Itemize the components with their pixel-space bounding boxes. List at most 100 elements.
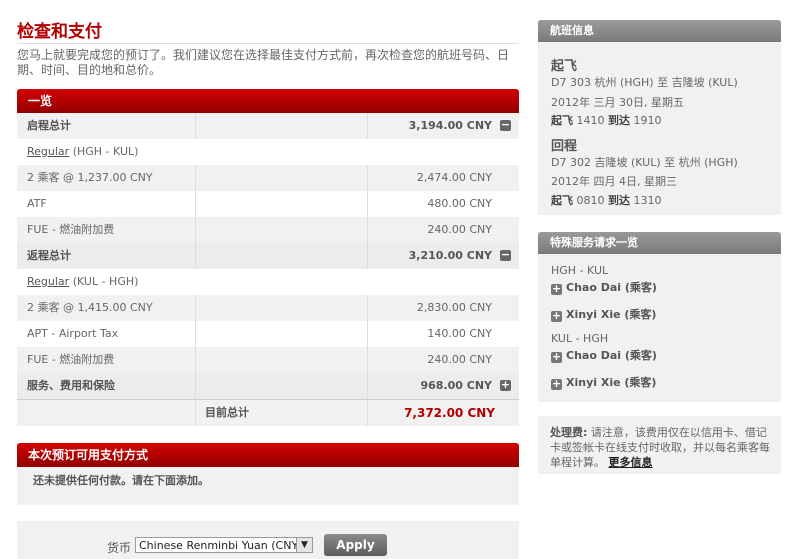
depart-flight: D7 303 杭州 (HGH) 至 吉隆坡 (KUL) — [551, 76, 738, 89]
return-times: 起飞 0810 到达 1310 — [551, 192, 662, 208]
grand-total-row: 目前总计 7,372.00 CNY — [17, 399, 519, 426]
depart-times: 起飞 1410 到达 1910 — [551, 112, 662, 128]
depart-fare-cell: Regular (HGH - KUL) — [27, 139, 138, 165]
fue-depart-value: 240.00 CNY — [367, 217, 492, 243]
return-fare-link[interactable]: Regular — [27, 275, 69, 288]
depart-fare-row: Regular (HGH - KUL) — [17, 139, 519, 165]
depart-total-value: 3,194.00 CNY — [367, 113, 492, 139]
fue-return-row: FUE - 燃油附加费 240.00 CNY — [17, 347, 519, 373]
fue-return-label: FUE - 燃油附加费 — [27, 353, 115, 366]
return-arr-label: 到达 — [608, 194, 630, 207]
services-label: 服务、费用和保险 — [27, 379, 115, 392]
column-divider — [367, 400, 368, 426]
apply-button[interactable]: Apply — [324, 534, 387, 556]
payment-message: 还未提供任何付款。请在下面添加。 — [17, 467, 519, 505]
return-total-value: 3,210.00 CNY — [367, 243, 492, 269]
column-divider — [195, 295, 368, 321]
grand-total-value: 7,372.00 CNY — [404, 406, 495, 420]
currency-select[interactable]: Chinese Renminbi Yuan (CNY) ▼ — [135, 537, 313, 553]
services-row: 服务、费用和保险 968.00 CNY + — [17, 373, 519, 399]
currency-label: 货币 — [107, 541, 132, 555]
ssr-pax-name: Chao Dai (乘客) — [566, 281, 657, 294]
ssr-pax-name: Chao Dai (乘客) — [566, 349, 657, 362]
collapse-return-icon[interactable]: − — [500, 249, 511, 261]
return-fare-cell: Regular (KUL - HGH) — [27, 269, 138, 295]
return-total-label: 返程总计 — [27, 249, 71, 262]
return-dep-label: 起飞 — [551, 194, 573, 207]
ssr-route-1: HGH - KUL — [551, 264, 609, 277]
return-total-row: 返程总计 3,210.00 CNY − — [17, 243, 519, 269]
summary-section: 一览 启程总计 3,194.00 CNY − Regular (HGH - KU… — [17, 89, 519, 426]
plus-icon[interactable]: + — [551, 310, 562, 322]
return-title: 回程 — [551, 139, 578, 154]
column-divider — [195, 191, 368, 217]
apt-value: 140.00 CNY — [367, 321, 492, 347]
depart-arr-time: 1910 — [630, 114, 662, 127]
return-date: 2012年 四月 4日, 星期三 — [551, 175, 677, 188]
ssr-pax-row[interactable]: + Xinyi Xie (乘客) — [551, 374, 656, 390]
processing-fee-text: 处理费: 请注意，该费用仅在以信用卡、借记卡或签帐卡在线支付时收取，并以每名乘客… — [550, 425, 772, 470]
column-divider — [195, 243, 368, 269]
ssr-pax-row[interactable]: + Xinyi Xie (乘客) — [551, 306, 656, 322]
depart-fare-link[interactable]: Regular — [27, 145, 69, 158]
plus-icon[interactable]: + — [551, 378, 562, 390]
dropdown-arrow-icon[interactable]: ▼ — [296, 538, 312, 552]
return-pax-value: 2,830.00 CNY — [367, 295, 492, 321]
depart-dep-time: 1410 — [573, 114, 608, 127]
ssr-pax-row[interactable]: + Chao Dai (乘客) — [551, 347, 657, 363]
fee-label: 处理费: — [550, 426, 588, 439]
fue-depart-label: FUE - 燃油附加费 — [27, 223, 115, 236]
expand-services-icon[interactable]: + — [500, 379, 511, 391]
intro-text: 您马上就要完成您的预订了。我们建议您在选择最佳支付方式前，再次检查您的航班号码、… — [17, 48, 510, 77]
atf-label: ATF — [27, 197, 47, 210]
ssr-pax-name: Xinyi Xie (乘客) — [566, 376, 657, 389]
more-info-link[interactable]: 更多信息 — [609, 456, 653, 469]
return-fare-route: (KUL - HGH) — [69, 275, 139, 288]
return-pax-row: 2 乘客 @ 1,415.00 CNY 2,830.00 CNY — [17, 295, 519, 321]
services-value: 968.00 CNY — [367, 373, 492, 399]
column-divider — [195, 113, 368, 139]
page-title: 检查和支付 — [17, 22, 102, 42]
depart-pax-label: 2 乘客 @ 1,237.00 CNY — [27, 171, 153, 184]
currency-selected: Chinese Renminbi Yuan (CNY) — [139, 539, 303, 552]
column-divider — [195, 321, 368, 347]
ssr-header: 特殊服务请求一览 — [538, 232, 781, 254]
depart-pax-row: 2 乘客 @ 1,237.00 CNY 2,474.00 CNY — [17, 165, 519, 191]
plus-icon[interactable]: + — [551, 351, 562, 363]
return-dep-time: 0810 — [573, 194, 608, 207]
return-fare-row: Regular (KUL - HGH) — [17, 269, 519, 295]
ssr-pax-row[interactable]: + Chao Dai (乘客) — [551, 279, 657, 295]
payment-methods-section: 本次预订可用支付方式 还未提供任何付款。请在下面添加。 — [17, 443, 519, 505]
column-divider — [195, 217, 368, 243]
column-divider — [195, 373, 368, 399]
ssr-panel: 特殊服务请求一览 HGH - KUL + Chao Dai (乘客) + Xinyi… — [538, 232, 781, 402]
depart-total-row: 启程总计 3,194.00 CNY − — [17, 113, 519, 139]
fue-depart-row: FUE - 燃油附加费 240.00 CNY — [17, 217, 519, 243]
ssr-route-2: KUL - HGH — [551, 332, 609, 345]
atf-row: ATF 480.00 CNY — [17, 191, 519, 217]
column-divider — [195, 347, 368, 373]
collapse-depart-icon[interactable]: − — [500, 119, 511, 131]
title-divider — [17, 43, 519, 44]
return-pax-label: 2 乘客 @ 1,415.00 CNY — [27, 301, 153, 314]
depart-date: 2012年 三月 30日, 星期五 — [551, 96, 684, 109]
currency-bar: 货币 Chinese Renminbi Yuan (CNY) ▼ Apply — [17, 521, 519, 559]
payment-header: 本次预订可用支付方式 — [17, 443, 519, 467]
depart-arr-label: 到达 — [608, 114, 630, 127]
flight-info-panel: 航班信息 起飞 D7 303 杭州 (HGH) 至 吉隆坡 (KUL) 2012… — [538, 20, 781, 215]
depart-fare-route: (HGH - KUL) — [69, 145, 139, 158]
apt-row: APT - Airport Tax 140.00 CNY — [17, 321, 519, 347]
depart-total-label: 启程总计 — [27, 119, 71, 132]
summary-header: 一览 — [17, 89, 519, 113]
fue-return-value: 240.00 CNY — [367, 347, 492, 373]
atf-value: 480.00 CNY — [367, 191, 492, 217]
column-divider — [195, 165, 368, 191]
apt-label: APT - Airport Tax — [27, 327, 119, 340]
flight-info-header: 航班信息 — [538, 20, 781, 42]
depart-pax-value: 2,474.00 CNY — [367, 165, 492, 191]
processing-fee-panel: 处理费: 请注意，该费用仅在以信用卡、借记卡或签帐卡在线支付时收取，并以每名乘客… — [538, 416, 781, 474]
depart-title: 起飞 — [551, 59, 578, 74]
ssr-pax-name: Xinyi Xie (乘客) — [566, 308, 657, 321]
plus-icon[interactable]: + — [551, 283, 562, 295]
depart-dep-label: 起飞 — [551, 114, 573, 127]
